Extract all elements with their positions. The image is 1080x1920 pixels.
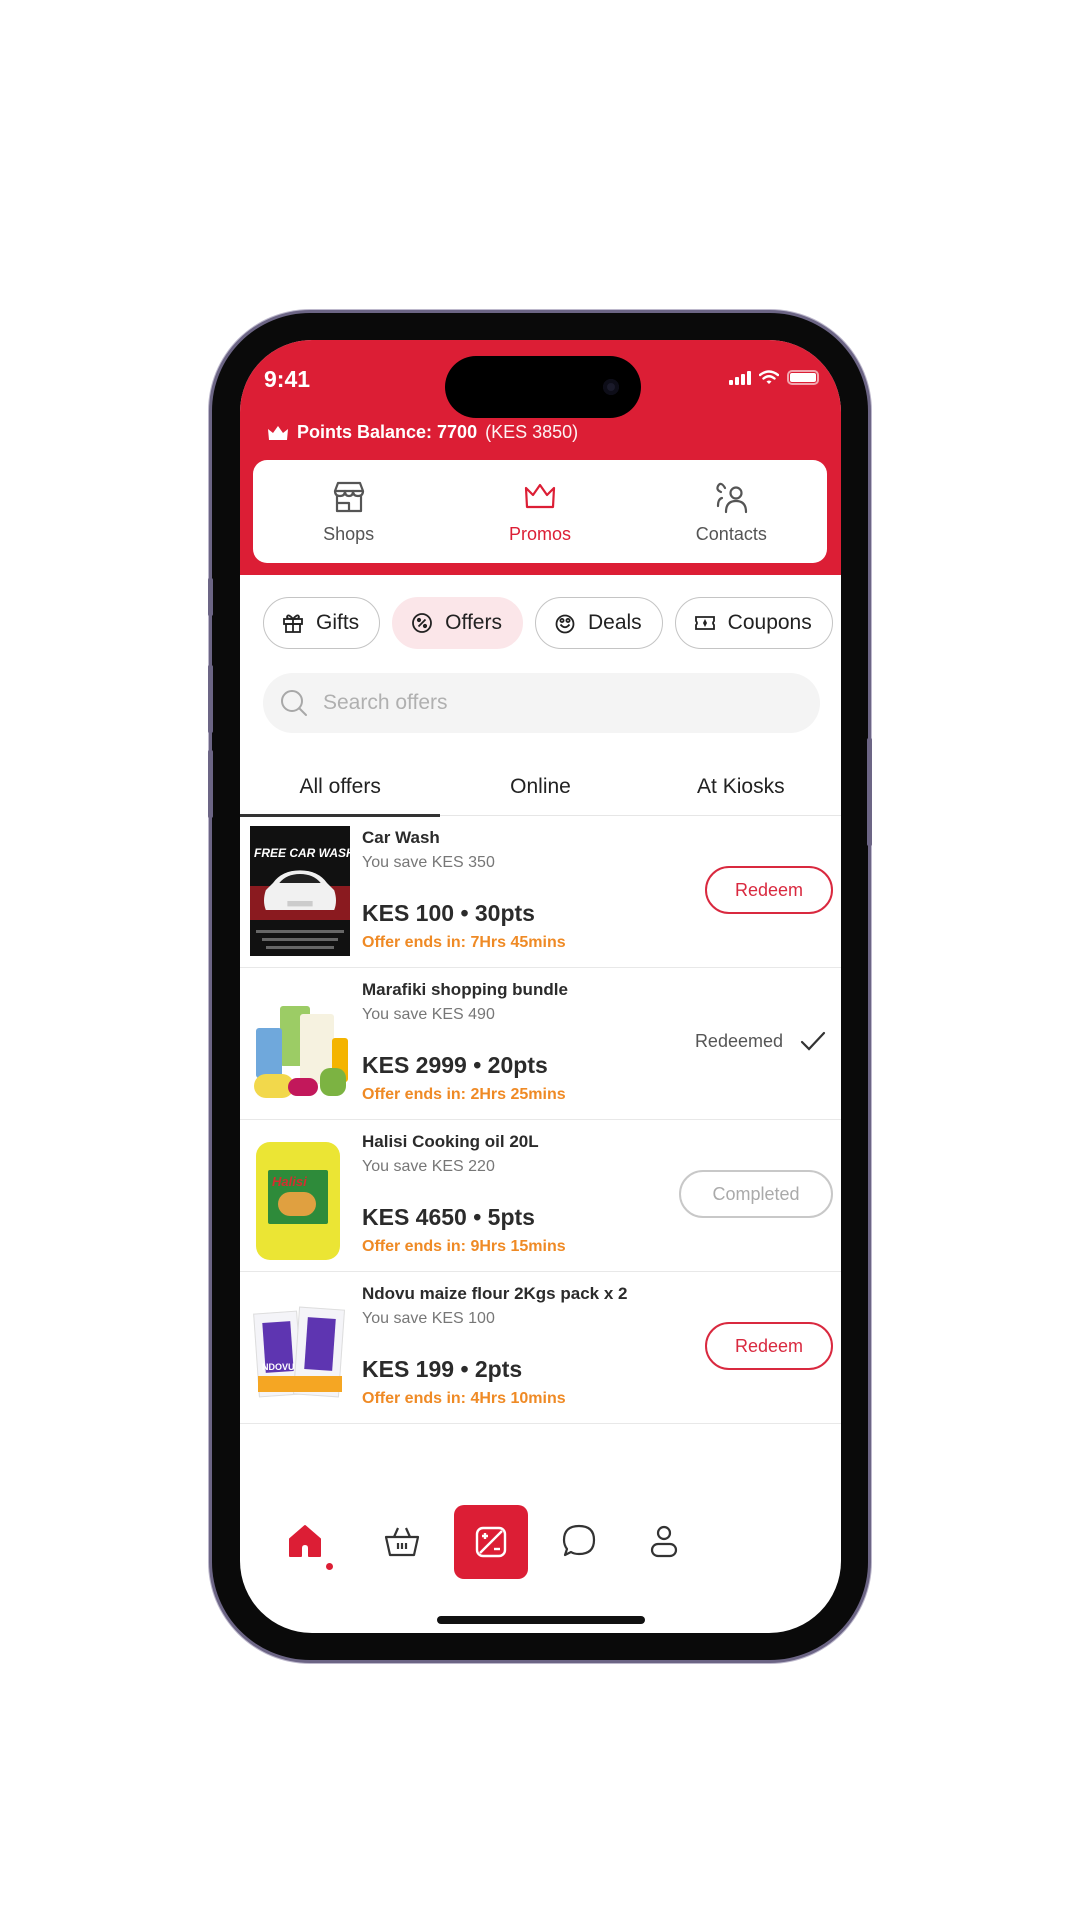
offer-title: Marafiki shopping bundle: [362, 980, 568, 999]
points-balance: Points Balance: 7700 (KES 3850): [267, 422, 578, 443]
action-button: [208, 578, 213, 616]
offer-row[interactable]: FREE CAR WASH Car Wash You save KES 350 …: [240, 816, 841, 968]
thumb-text: FREE CAR WASH: [254, 846, 350, 860]
percent-badge-icon: [412, 613, 433, 633]
offer-price: KES 4650 • 5pts: [362, 1204, 535, 1230]
offer-row[interactable]: NDOVU Ndovu maize flour 2Kgs pack x 2 Yo…: [240, 1272, 841, 1424]
user-icon: [650, 1525, 678, 1558]
bottom-nav-promos[interactable]: [454, 1505, 528, 1579]
points-balance-label: Points Balance: 7700: [297, 422, 478, 442]
offer-title: Car Wash: [362, 828, 440, 847]
offer-savings: You save KES 100: [362, 1310, 495, 1327]
wifi-icon: [759, 370, 779, 384]
offer-price: KES 199 • 2pts: [362, 1356, 523, 1382]
offer-title: Ndovu maize flour 2Kgs pack x 2: [362, 1284, 628, 1303]
top-nav-promos[interactable]: Promos: [444, 460, 635, 563]
shopping-bundle-image: [250, 978, 350, 1108]
active-indicator-dot: [326, 1563, 333, 1570]
bottom-nav-chat[interactable]: [544, 1505, 614, 1577]
redeemed-label: Redeemed: [694, 1030, 783, 1051]
car-icon: [264, 870, 336, 910]
chip-deals-label: Deals: [587, 611, 642, 634]
power-button: [867, 738, 872, 846]
bottom-nav-profile[interactable]: [629, 1505, 699, 1577]
crown-icon: [268, 425, 288, 440]
offer-savings: You save KES 220: [362, 1158, 495, 1175]
offer-savings: You save KES 350: [362, 854, 495, 871]
chip-coupons-label: Coupons: [727, 611, 812, 634]
bottom-nav: [240, 1505, 841, 1585]
dynamic-island: [445, 356, 641, 418]
search-icon: [281, 690, 307, 716]
promo-percent-icon: [475, 1526, 507, 1558]
offer-tabs: All offers Online At Kiosks: [240, 765, 841, 817]
search-input[interactable]: [323, 691, 783, 715]
top-nav-contacts[interactable]: Contacts: [636, 460, 827, 563]
chat-bubble-icon: [562, 1524, 596, 1557]
chip-gifts-label: Gifts: [316, 611, 360, 634]
chip-offers[interactable]: Offers: [392, 597, 523, 649]
offer-row[interactable]: Marafiki shopping bundle You save KES 49…: [240, 968, 841, 1120]
signal-icon: [729, 370, 751, 385]
search-bar: [263, 673, 820, 733]
chip-gifts[interactable]: Gifts: [263, 597, 381, 649]
chip-deals[interactable]: Deals: [534, 597, 663, 649]
app-header: 9:41 Points Balance: 7700 (KES 3850) Sho…: [240, 340, 841, 575]
offer-countdown: Offer ends in: 7Hrs 45mins: [362, 934, 566, 951]
home-icon: [289, 1525, 321, 1557]
status-icons: [729, 370, 819, 385]
crown-outline-icon: [524, 483, 556, 509]
offer-countdown: Offer ends in: 9Hrs 15mins: [362, 1238, 566, 1255]
deals-icon: [555, 614, 575, 634]
offer-price: KES 100 • 30pts: [362, 900, 535, 926]
battery-icon: [787, 370, 819, 385]
category-chips: Gifts Offers Deals Coupons: [263, 597, 833, 649]
offer-countdown: Offer ends in: 2Hrs 25mins: [362, 1086, 566, 1103]
app-screen: 9:41 Points Balance: 7700 (KES 3850) Sho…: [240, 340, 841, 1633]
thumb-text: Halisi: [272, 1174, 307, 1189]
status-time: 9:41: [264, 366, 311, 392]
offer-countdown: Offer ends in: 4Hrs 10mins: [362, 1390, 566, 1407]
redeem-button[interactable]: Redeem: [705, 866, 833, 914]
tab-all-offers[interactable]: All offers: [240, 765, 441, 817]
top-nav-promos-label: Promos: [508, 524, 571, 544]
offer-price: KES 2999 • 20pts: [362, 1052, 548, 1078]
tab-online[interactable]: Online: [440, 765, 640, 815]
basket-icon: [384, 1527, 420, 1557]
chip-offers-label: Offers: [445, 611, 502, 634]
car-wash-image: FREE CAR WASH: [250, 826, 350, 956]
coupon-icon: [694, 616, 715, 630]
tab-at-kiosks[interactable]: At Kiosks: [641, 765, 841, 815]
shop-icon: [333, 481, 364, 513]
points-balance-kes: (KES 3850): [485, 422, 579, 442]
volume-down-button: [208, 750, 213, 818]
checkmark-icon: [800, 1031, 826, 1051]
bottom-nav-basket[interactable]: [367, 1505, 437, 1577]
top-nav-shops-label: Shops: [323, 524, 375, 544]
thumb-text: NDOVU: [262, 1362, 295, 1372]
home-indicator: [437, 1616, 645, 1624]
maize-flour-image: NDOVU: [250, 1282, 350, 1412]
top-nav: Shops Promos Contacts: [253, 460, 827, 563]
completed-button: Completed: [679, 1170, 833, 1218]
offer-savings: You save KES 490: [362, 1006, 495, 1023]
volume-up-button: [208, 665, 213, 733]
camera-icon: [603, 379, 619, 395]
offer-list: FREE CAR WASH Car Wash You save KES 350 …: [240, 816, 841, 1424]
cooking-oil-image: Halisi: [250, 1130, 350, 1260]
chip-coupons[interactable]: Coupons: [674, 597, 833, 649]
contacts-icon: [716, 482, 748, 514]
redeem-button[interactable]: Redeem: [705, 1322, 833, 1370]
gift-icon: [283, 614, 303, 633]
top-nav-contacts-label: Contacts: [695, 524, 767, 544]
top-nav-shops[interactable]: Shops: [253, 460, 444, 563]
offer-title: Halisi Cooking oil 20L: [362, 1132, 539, 1151]
redeemed-status: Redeemed: [695, 1030, 827, 1052]
offer-row[interactable]: Halisi Halisi Cooking oil 20L You save K…: [240, 1120, 841, 1272]
